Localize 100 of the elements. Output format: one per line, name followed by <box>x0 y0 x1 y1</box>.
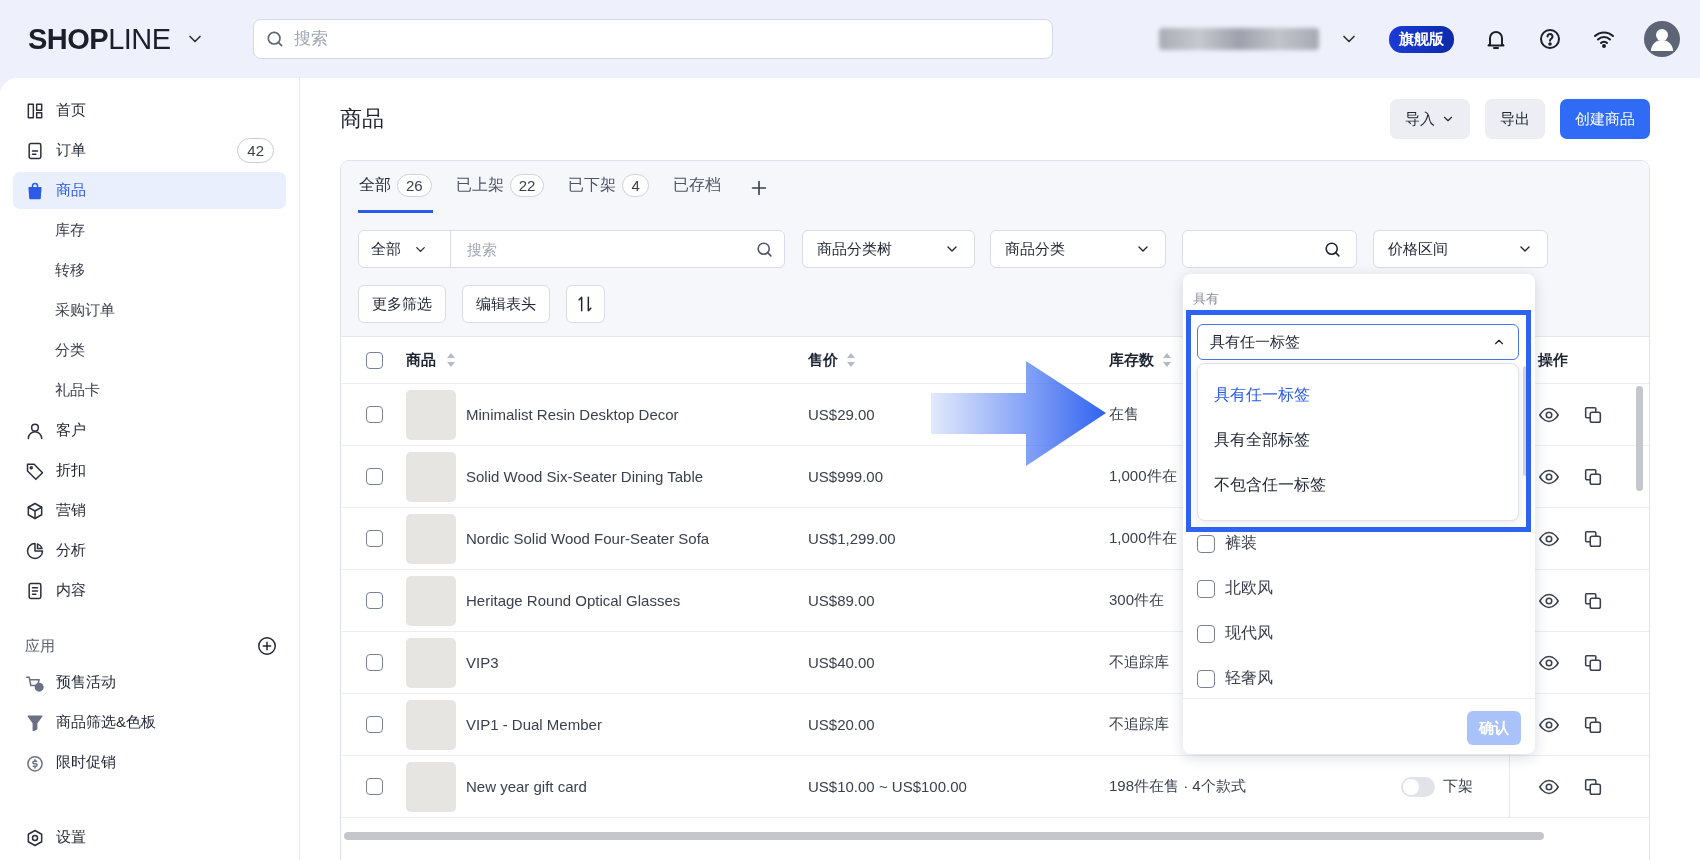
sidebar-item[interactable]: 订单 42 <box>13 132 286 169</box>
sidebar-item[interactable]: 折扣 <box>13 452 286 489</box>
scope-select[interactable]: 全部 <box>359 231 451 267</box>
filter-button[interactable]: 更多筛选 <box>358 285 446 323</box>
count-badge: 26 <box>397 174 432 197</box>
dropdown-option[interactable]: 具有全部标签 <box>1198 418 1518 463</box>
column-header: 操作 <box>1538 350 1568 370</box>
shopping-bag-icon <box>25 180 45 201</box>
create-button[interactable]: 创建商品 <box>1560 99 1650 139</box>
product-name[interactable]: Solid Wood Six-Seater Dining Table <box>466 468 704 485</box>
checkbox[interactable] <box>366 716 383 733</box>
sidebar-item[interactable]: 营销 <box>13 492 286 529</box>
photo-placeholder <box>406 637 456 688</box>
sidebar-item[interactable]: 转移 <box>13 252 286 289</box>
sidebar-item[interactable]: 设置 <box>13 819 286 856</box>
match-mode-select[interactable]: 具有任一标签 <box>1197 324 1519 360</box>
photo-placeholder <box>406 761 456 812</box>
stock: 在售 <box>1109 405 1139 424</box>
action-button[interactable]: 导出 <box>1485 99 1545 139</box>
toggle-switch[interactable] <box>1401 776 1435 797</box>
price: US$40.00 <box>808 654 875 671</box>
sidebar-item[interactable]: 首页 <box>13 92 286 129</box>
stock: 1,000件在 <box>1109 467 1177 486</box>
scrollbar-thumb[interactable] <box>344 832 1544 840</box>
filter-button[interactable]: 编辑表头 <box>462 285 550 323</box>
product-name[interactable]: Nordic Solid Wood Four-Seater Sofa <box>466 530 710 547</box>
scrollbar-thumb[interactable] <box>1636 386 1643 491</box>
stock: 300件在 <box>1109 591 1165 610</box>
sort-button[interactable] <box>566 285 605 323</box>
photo-placeholder <box>406 451 456 502</box>
search-icon <box>755 239 774 259</box>
status-label: 下架 <box>1443 777 1473 796</box>
price: US$20.00 <box>808 716 875 733</box>
sidebar-item[interactable]: 商品筛选&色板 <box>13 704 286 741</box>
tag-label[interactable]: 北欧风 <box>1225 578 1273 599</box>
cube-icon <box>25 500 45 521</box>
count-badge: 4 <box>622 174 649 197</box>
document-icon <box>25 580 45 601</box>
tag-search-field[interactable] <box>1182 230 1357 268</box>
price: US$89.00 <box>808 592 875 609</box>
dropdown-option[interactable]: 具有任一标签 <box>1198 373 1518 418</box>
tab[interactable]: 已存档 <box>671 161 722 213</box>
tab[interactable]: 全部 26 <box>358 161 433 213</box>
price: US$999.00 <box>808 468 884 485</box>
checkbox[interactable] <box>366 530 383 547</box>
checkbox[interactable] <box>366 351 383 369</box>
search-icon <box>1323 239 1342 259</box>
checkbox[interactable] <box>1197 534 1215 553</box>
section-title: 应用 <box>25 636 55 656</box>
sidebar-item[interactable]: 分析 <box>13 532 286 569</box>
sidebar-item[interactable]: 分类 <box>13 332 286 369</box>
checkbox[interactable] <box>1197 579 1215 598</box>
stock: 198件在售 · 4个款式 <box>1109 777 1246 796</box>
product-name[interactable]: Heritage Round Optical Glasses <box>466 592 681 609</box>
checkbox[interactable] <box>366 406 383 423</box>
checkbox[interactable] <box>366 654 383 671</box>
column-header: 库存数 <box>1109 350 1154 370</box>
tag-label[interactable]: 裤装 <box>1225 533 1257 554</box>
tab[interactable]: 已下架 4 <box>567 161 650 213</box>
search-bar[interactable]: 全部 搜索 <box>358 230 785 268</box>
dropdown-option[interactable]: 不包含任一标签 <box>1198 463 1518 508</box>
product-name[interactable]: Minimalist Resin Desktop Decor <box>466 406 679 423</box>
sidebar-item[interactable]: 客户 <box>13 412 286 449</box>
product-name[interactable]: VIP1 - Dual Member <box>466 716 602 733</box>
tab[interactable]: 已上架 22 <box>454 161 546 213</box>
photo-placeholder <box>406 389 456 440</box>
logo[interactable]: SHOPLINE <box>28 22 171 56</box>
category-select[interactable]: 商品分类树 <box>802 230 975 268</box>
add-icon[interactable] <box>256 635 278 657</box>
action-button[interactable]: 导入 <box>1390 99 1470 139</box>
scrollbar-thumb[interactable] <box>1523 366 1528 476</box>
plan-badge: 旗舰版 <box>1389 25 1454 53</box>
product-name[interactable]: New year gift card <box>466 778 587 795</box>
sidebar-item[interactable]: 内容 <box>13 572 286 609</box>
checkbox[interactable] <box>1197 624 1215 643</box>
checkbox[interactable] <box>366 468 383 485</box>
settings-icon <box>25 827 45 848</box>
stock: 不追踪库 <box>1109 715 1169 734</box>
search-field[interactable]: 搜索 <box>252 19 1053 59</box>
product-name[interactable]: VIP3 <box>466 654 499 671</box>
sidebar-item[interactable]: 礼品卡 <box>13 372 286 409</box>
sidebar-item[interactable]: 采购订单 <box>13 292 286 329</box>
tag-label[interactable]: 轻奢风 <box>1225 668 1273 689</box>
sidebar-item[interactable]: 商品 <box>13 172 286 209</box>
sidebar-item[interactable]: 预售活动 <box>13 664 286 701</box>
checkbox[interactable] <box>366 778 383 795</box>
category-select[interactable]: 商品分类 <box>990 230 1166 268</box>
checkbox[interactable] <box>366 592 383 609</box>
page-title: 商品 <box>340 105 385 133</box>
avatar-icon[interactable] <box>1644 21 1680 57</box>
count-badge: 22 <box>509 174 545 197</box>
field-label: 具有 <box>1193 290 1219 308</box>
price-range-select[interactable]: 价格区间 <box>1373 230 1548 268</box>
tag-label[interactable]: 现代风 <box>1225 623 1273 644</box>
sidebar-item[interactable]: 限时促销 <box>13 744 286 781</box>
help-icon[interactable] <box>1538 27 1562 51</box>
search-field[interactable]: 搜索 <box>465 239 755 259</box>
sidebar-item[interactable]: 库存 <box>13 212 286 249</box>
photo-placeholder <box>406 513 456 564</box>
checkbox[interactable] <box>1197 669 1215 688</box>
